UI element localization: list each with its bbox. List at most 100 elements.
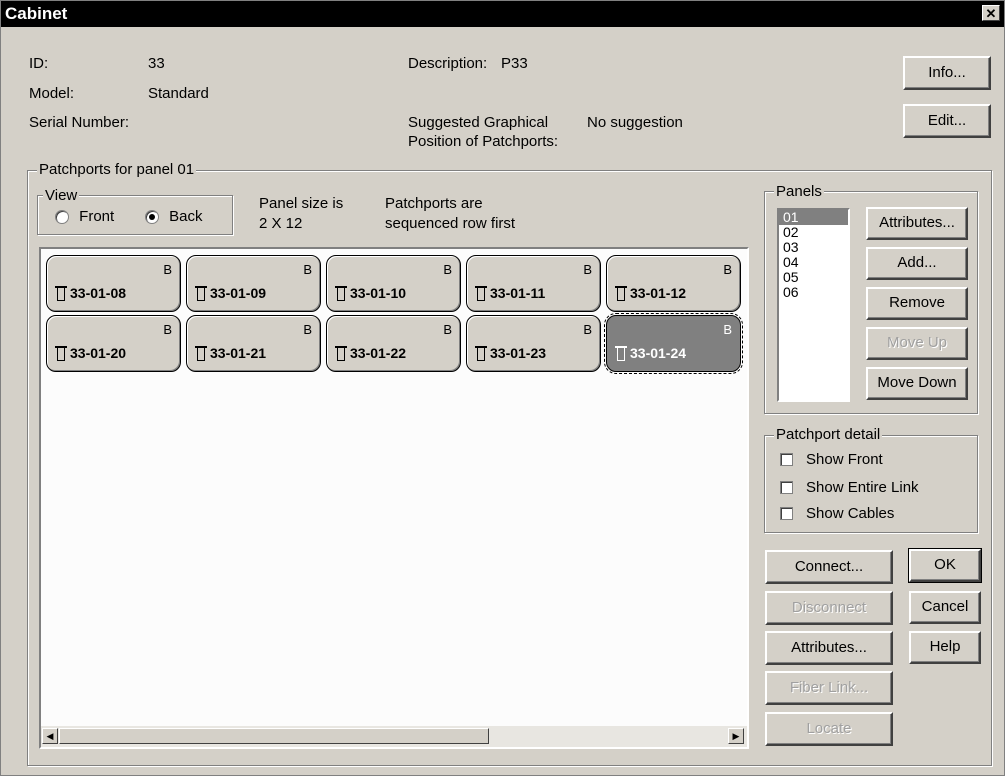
patchport-label-group: 33-01-12	[615, 285, 686, 301]
help-button[interactable]: Help	[909, 631, 981, 664]
suggested-position-label-line1: Suggested Graphical	[408, 114, 549, 131]
patchport-tile[interactable]: B 33-01-24	[604, 313, 743, 374]
patchport-label: 33-01-12	[630, 285, 687, 301]
patchport-side-label: B	[723, 322, 732, 337]
patchport-tile[interactable]: B 33-01-11	[466, 255, 601, 312]
show-entire-link-checkbox[interactable]	[780, 481, 793, 494]
show-cables-checkbox[interactable]	[780, 507, 793, 520]
patchport-plug-icon	[55, 346, 67, 361]
panel-size-line1: Panel size is	[259, 195, 344, 212]
connect-button[interactable]: Connect...	[765, 550, 893, 584]
panel-add-button[interactable]: Add...	[866, 247, 968, 280]
patchport-label: 33-01-22	[350, 345, 407, 361]
view-front-radio[interactable]: Front	[55, 208, 114, 225]
scroll-right-icon[interactable]: ▶	[728, 728, 744, 744]
window-title: Cabinet	[5, 4, 68, 23]
patchports-group-label: Patchports for panel 01	[37, 161, 197, 178]
panel-item-03[interactable]: 03	[779, 240, 848, 255]
patchport-label: 33-01-11	[490, 285, 546, 301]
model-label: Model:	[29, 85, 75, 102]
panel-attributes-button[interactable]: Attributes...	[866, 207, 968, 240]
show-front-checkbox[interactable]	[780, 453, 793, 466]
patchport-plug-icon	[55, 286, 67, 301]
patchport-tile[interactable]: B 33-01-09	[186, 255, 321, 312]
patchport-tile[interactable]: B 33-01-21	[186, 315, 321, 372]
patchport-plug-icon	[195, 346, 207, 361]
info-button[interactable]: Info...	[903, 56, 991, 90]
patchport-tile[interactable]: B 33-01-22	[326, 315, 461, 372]
patchport-plug-icon	[335, 346, 347, 361]
cabinet-dialog: Cabinet ✕ ID: 33 Model: Standard Serial …	[0, 0, 1005, 776]
title-bar: Cabinet ✕	[1, 1, 1004, 27]
view-group-label: View	[43, 187, 80, 204]
model-value: Standard	[148, 85, 209, 102]
patchport-side-label: B	[163, 262, 172, 277]
disconnect-button[interactable]: Disconnect	[765, 591, 893, 625]
patchport-plug-icon	[615, 346, 627, 361]
panels-group-label: Panels	[774, 183, 824, 200]
patchport-side-label: B	[723, 262, 732, 277]
view-front-label: Front	[79, 208, 115, 225]
patchport-label-group: 33-01-09	[195, 285, 266, 301]
panel-item-02[interactable]: 02	[779, 225, 848, 240]
patchport-plug-icon	[475, 346, 487, 361]
panel-remove-button[interactable]: Remove	[866, 287, 968, 320]
scrollbar-thumb[interactable]	[59, 728, 489, 744]
patchport-side-label: B	[443, 262, 452, 277]
attributes-button[interactable]: Attributes...	[765, 631, 893, 665]
id-label: ID:	[29, 55, 49, 72]
patchport-label-group: 33-01-21	[195, 345, 266, 361]
panel-item-05[interactable]: 05	[779, 270, 848, 285]
patchport-label: 33-01-09	[210, 285, 267, 301]
panel-move-down-button[interactable]: Move Down	[866, 367, 968, 400]
show-entire-link-label[interactable]: Show Entire Link	[806, 479, 919, 496]
edit-button[interactable]: Edit...	[903, 104, 991, 138]
patchport-label: 33-01-08	[70, 285, 127, 301]
patchport-side-label: B	[303, 262, 312, 277]
patchport-label-group: 33-01-22	[335, 345, 406, 361]
suggested-position-value: No suggestion	[587, 114, 683, 131]
ok-button[interactable]: OK	[908, 548, 982, 583]
view-front-radio-circle[interactable]	[55, 210, 69, 225]
id-value: 33	[148, 55, 165, 72]
cancel-button[interactable]: Cancel	[909, 591, 981, 624]
view-back-radio-circle[interactable]	[145, 210, 159, 225]
patchport-side-label: B	[163, 322, 172, 337]
show-front-label[interactable]: Show Front	[806, 451, 883, 468]
locate-button[interactable]: Locate	[765, 712, 893, 746]
serial-number-label: Serial Number:	[29, 114, 130, 131]
patchport-tile[interactable]: B 33-01-10	[326, 255, 461, 312]
patchport-label: 33-01-10	[350, 285, 407, 301]
panel-move-up-button[interactable]: Move Up	[866, 327, 968, 360]
patchport-tile[interactable]: B 33-01-08	[46, 255, 181, 312]
show-cables-label[interactable]: Show Cables	[806, 505, 894, 522]
close-icon[interactable]: ✕	[982, 5, 1000, 21]
description-value: P33	[501, 55, 528, 72]
horizontal-scrollbar[interactable]: ◀ ▶	[41, 726, 747, 747]
patchport-tile[interactable]: B 33-01-20	[46, 315, 181, 372]
patchport-plug-icon	[335, 286, 347, 301]
patchport-detail-group-label: Patchport detail	[774, 426, 883, 443]
patchport-plug-icon	[615, 286, 627, 301]
patchport-label-group: 33-01-23	[475, 345, 546, 361]
patchport-tile[interactable]: B 33-01-23	[466, 315, 601, 372]
patchport-side-label: B	[443, 322, 452, 337]
patchport-plug-icon	[475, 286, 487, 301]
panels-listbox[interactable]: 01 02 03 04 05 06	[777, 208, 850, 402]
panel-item-04[interactable]: 04	[779, 255, 848, 270]
patchport-label-group: 33-01-11	[475, 285, 545, 301]
patchport-tile[interactable]: B 33-01-12	[606, 255, 741, 312]
panel-item-01[interactable]: 01	[779, 210, 848, 225]
patchport-grid[interactable]: B 33-01-08 B 33-01-09 B 33-01-10 B 33-01-11 B 33-…	[39, 247, 749, 749]
panel-item-06[interactable]: 06	[779, 285, 848, 300]
patchport-label: 33-01-20	[70, 345, 127, 361]
fiber-link-button[interactable]: Fiber Link...	[765, 671, 893, 705]
patchport-side-label: B	[303, 322, 312, 337]
patchport-label-group: 33-01-20	[55, 345, 126, 361]
patchport-label: 33-01-24	[630, 345, 687, 361]
patchport-label: 33-01-23	[490, 345, 547, 361]
patchport-label-group: 33-01-08	[55, 285, 126, 301]
scroll-left-icon[interactable]: ◀	[42, 728, 58, 744]
patchport-label-group: 33-01-24	[615, 345, 686, 361]
view-back-radio[interactable]: Back	[145, 208, 203, 225]
